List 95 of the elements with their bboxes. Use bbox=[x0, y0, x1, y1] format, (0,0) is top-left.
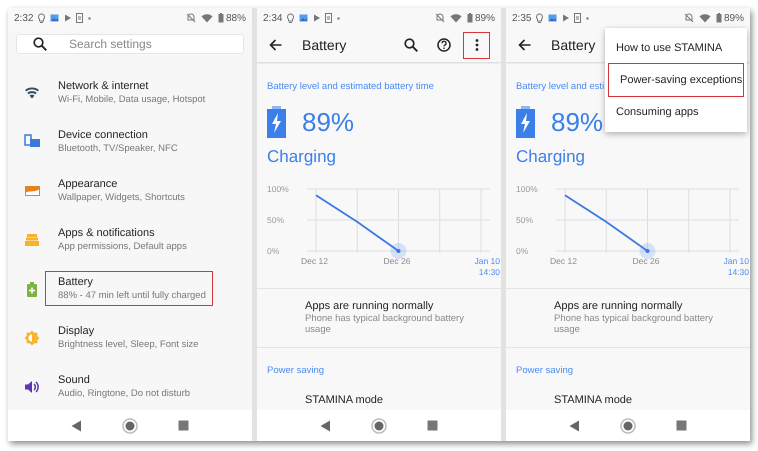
muted-bell-icon bbox=[684, 13, 694, 23]
image-icon bbox=[548, 14, 558, 22]
settings-item[interactable]: Battery 88% - 47 min left until fully charged bbox=[46, 272, 212, 305]
speaker-icon bbox=[24, 378, 40, 394]
settings-item[interactable]: Device connection Bluetooth, TV/Speaker, NFC bbox=[56, 125, 180, 158]
axis-label: 100% bbox=[516, 184, 538, 194]
axis-label: 100% bbox=[267, 184, 289, 194]
battery-icon bbox=[218, 13, 224, 23]
settings-item[interactable]: Network & internet Wi-Fi, Mobile, Data usage, Hotspot bbox=[56, 76, 208, 109]
back-icon[interactable] bbox=[71, 420, 82, 432]
status-time: 2:32 bbox=[14, 12, 34, 26]
menu-item[interactable]: Consuming apps bbox=[605, 96, 747, 128]
wifi-icon bbox=[200, 14, 213, 22]
help-icon bbox=[436, 38, 450, 52]
axis-label: 50% bbox=[516, 214, 534, 225]
settings-item[interactable]: Sound Audio, Ringtone, Do not disturb bbox=[56, 370, 192, 403]
section-header: Battery level and estimated battery time bbox=[267, 80, 434, 94]
back-icon[interactable] bbox=[320, 420, 331, 432]
tip-description: Phone has typical background battery usage bbox=[554, 312, 714, 335]
charging-battery-icon bbox=[516, 106, 535, 138]
sim-icon bbox=[574, 13, 582, 23]
wifi-icon bbox=[698, 14, 711, 22]
battery-icon bbox=[466, 13, 473, 23]
phone-and-screen-icon bbox=[24, 134, 40, 150]
image-icon bbox=[299, 14, 308, 22]
recents-icon[interactable] bbox=[178, 420, 189, 431]
notification-dot-icon bbox=[88, 16, 92, 20]
status-time: 2:34 bbox=[263, 12, 282, 26]
charging-status: Charging bbox=[266, 146, 337, 168]
back-arrow-icon[interactable] bbox=[518, 39, 531, 51]
wifi-icon bbox=[24, 84, 40, 100]
more-button[interactable] bbox=[464, 32, 489, 58]
menu-item[interactable]: Power-saving exceptions bbox=[609, 64, 743, 96]
search-bar[interactable]: Search settings bbox=[16, 34, 244, 54]
axis-label: Dec 26 bbox=[632, 256, 660, 267]
settings-item[interactable]: Appearance Wallpaper, Widgets, Shortcuts bbox=[56, 174, 187, 207]
screen-title: Battery bbox=[551, 36, 596, 55]
axis-label: Dec 12 bbox=[550, 256, 577, 267]
stacked-layers-icon bbox=[24, 232, 40, 248]
settings-item[interactable]: Apps & notifications App permissions, Default apps bbox=[56, 223, 189, 256]
screen-title: Battery bbox=[302, 36, 346, 55]
battery-plus-icon bbox=[24, 280, 40, 296]
sim-icon bbox=[325, 13, 332, 23]
axis-label: Jan 10 14:30 bbox=[473, 256, 500, 278]
setting-title: STAMINA mode bbox=[304, 393, 384, 407]
play-icon bbox=[313, 14, 320, 22]
notification-dot-icon bbox=[337, 16, 340, 20]
recents-icon[interactable] bbox=[427, 420, 438, 431]
battery-percent: 89% bbox=[724, 12, 744, 26]
axis-label: 50% bbox=[267, 214, 284, 225]
current-point-marker bbox=[390, 242, 406, 259]
bulb-icon bbox=[38, 12, 46, 24]
search-icon bbox=[404, 38, 418, 52]
brightness-icon bbox=[24, 330, 40, 346]
section-header: Power saving bbox=[266, 364, 326, 378]
notification-dot-icon bbox=[586, 16, 590, 20]
battery-level: 89% bbox=[551, 107, 604, 138]
home-icon[interactable] bbox=[122, 418, 138, 434]
home-icon[interactable] bbox=[371, 418, 387, 434]
recents-icon[interactable] bbox=[676, 420, 687, 431]
status-time: 2:35 bbox=[512, 12, 532, 26]
axis-label: Dec 12 bbox=[301, 256, 328, 267]
tip-description: Phone has typical background battery usage bbox=[305, 312, 465, 335]
search-field[interactable]: Search settings bbox=[69, 35, 227, 53]
wifi-icon bbox=[450, 14, 462, 22]
charging-status: Charging bbox=[515, 146, 586, 168]
battery-percent: 88% bbox=[226, 12, 246, 26]
home-icon[interactable] bbox=[620, 418, 636, 434]
section-header: Power saving bbox=[515, 364, 574, 378]
battery-level: 89% bbox=[302, 107, 354, 138]
tip-title: Apps are running normally bbox=[554, 298, 684, 313]
axis-label: 0% bbox=[516, 246, 528, 256]
bulb-icon bbox=[287, 12, 294, 24]
section-header: Battery level and esti bbox=[516, 80, 604, 94]
muted-bell-icon bbox=[186, 13, 196, 23]
muted-bell-icon bbox=[434, 13, 445, 23]
tip-title: Apps are running normally bbox=[305, 298, 434, 313]
current-point-marker bbox=[640, 242, 656, 259]
image-icon bbox=[50, 14, 60, 22]
back-icon[interactable] bbox=[569, 420, 580, 432]
search-icon bbox=[33, 37, 47, 51]
play-icon bbox=[64, 14, 72, 22]
bulb-icon bbox=[536, 12, 544, 24]
setting-title: STAMINA mode bbox=[553, 393, 634, 407]
sim-icon bbox=[76, 13, 84, 23]
charging-battery-icon bbox=[267, 106, 286, 138]
menu-item[interactable]: How to use STAMINA bbox=[605, 32, 747, 64]
battery-percent: 89% bbox=[474, 12, 495, 26]
battery-icon bbox=[716, 13, 722, 23]
axis-label: Dec 26 bbox=[384, 256, 410, 267]
back-arrow-icon[interactable] bbox=[269, 39, 282, 51]
settings-item[interactable]: Display Brightness level, Sleep, Font size bbox=[56, 321, 200, 354]
play-icon bbox=[562, 14, 570, 22]
axis-label: Jan 10 14:30 bbox=[722, 256, 749, 278]
axis-label: 0% bbox=[267, 246, 280, 256]
